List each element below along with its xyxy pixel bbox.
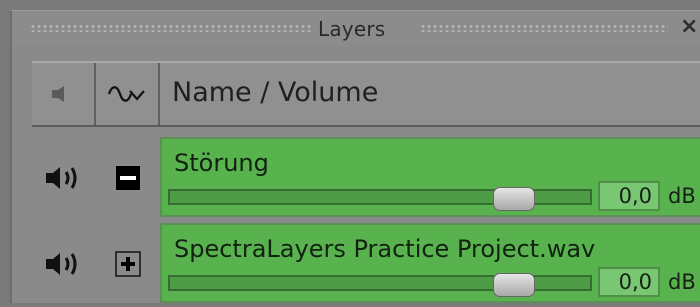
- layer-speaker-toggle[interactable]: [32, 221, 96, 307]
- header-waveform-column[interactable]: [96, 63, 160, 125]
- layer-name[interactable]: SpectraLayers Practice Project.wav: [174, 235, 595, 263]
- volume-input[interactable]: 0,0: [598, 181, 660, 211]
- close-icon[interactable]: ×: [680, 15, 700, 39]
- titlebar-grip-left[interactable]: [30, 24, 312, 32]
- layer-body[interactable]: SpectraLayers Practice Project.wav 0,0 d…: [160, 223, 700, 303]
- header-name-label: Name / Volume: [172, 77, 379, 108]
- speaker-icon: [46, 253, 77, 275]
- volume-input[interactable]: 0,0: [598, 267, 660, 297]
- volume-unit: dB: [668, 270, 696, 294]
- layer-body[interactable]: Störung 0,0 dB: [160, 137, 700, 217]
- layers-header: Name / Volume: [32, 61, 700, 127]
- layers-panel: Layers × Name / Volume Störung 0,0 dB Sp…: [10, 10, 700, 303]
- layer-speaker-toggle[interactable]: [32, 135, 96, 221]
- volume-unit: dB: [668, 184, 696, 208]
- speaker-icon: [46, 167, 77, 189]
- header-speaker-column[interactable]: [32, 63, 96, 125]
- panel-title: Layers: [318, 17, 386, 41]
- plus-icon: [115, 251, 141, 277]
- volume-slider[interactable]: [168, 273, 592, 297]
- panel-titlebar[interactable]: Layers ×: [12, 11, 700, 45]
- layer-row[interactable]: Störung 0,0 dB: [32, 135, 700, 221]
- volume-slider-thumb[interactable]: [493, 187, 536, 211]
- layer-row[interactable]: SpectraLayers Practice Project.wav 0,0 d…: [32, 221, 700, 305]
- waveform-icon: [107, 86, 145, 102]
- minus-icon: [116, 166, 140, 190]
- titlebar-grip-right[interactable]: [420, 24, 668, 32]
- layer-collapse-toggle[interactable]: [96, 135, 160, 221]
- speaker-icon: [52, 86, 64, 102]
- volume-slider-thumb[interactable]: [493, 273, 536, 297]
- volume-slider[interactable]: [168, 187, 592, 211]
- layer-expand-toggle[interactable]: [96, 221, 160, 307]
- header-name-column[interactable]: Name / Volume: [160, 63, 700, 125]
- layer-name[interactable]: Störung: [174, 149, 269, 177]
